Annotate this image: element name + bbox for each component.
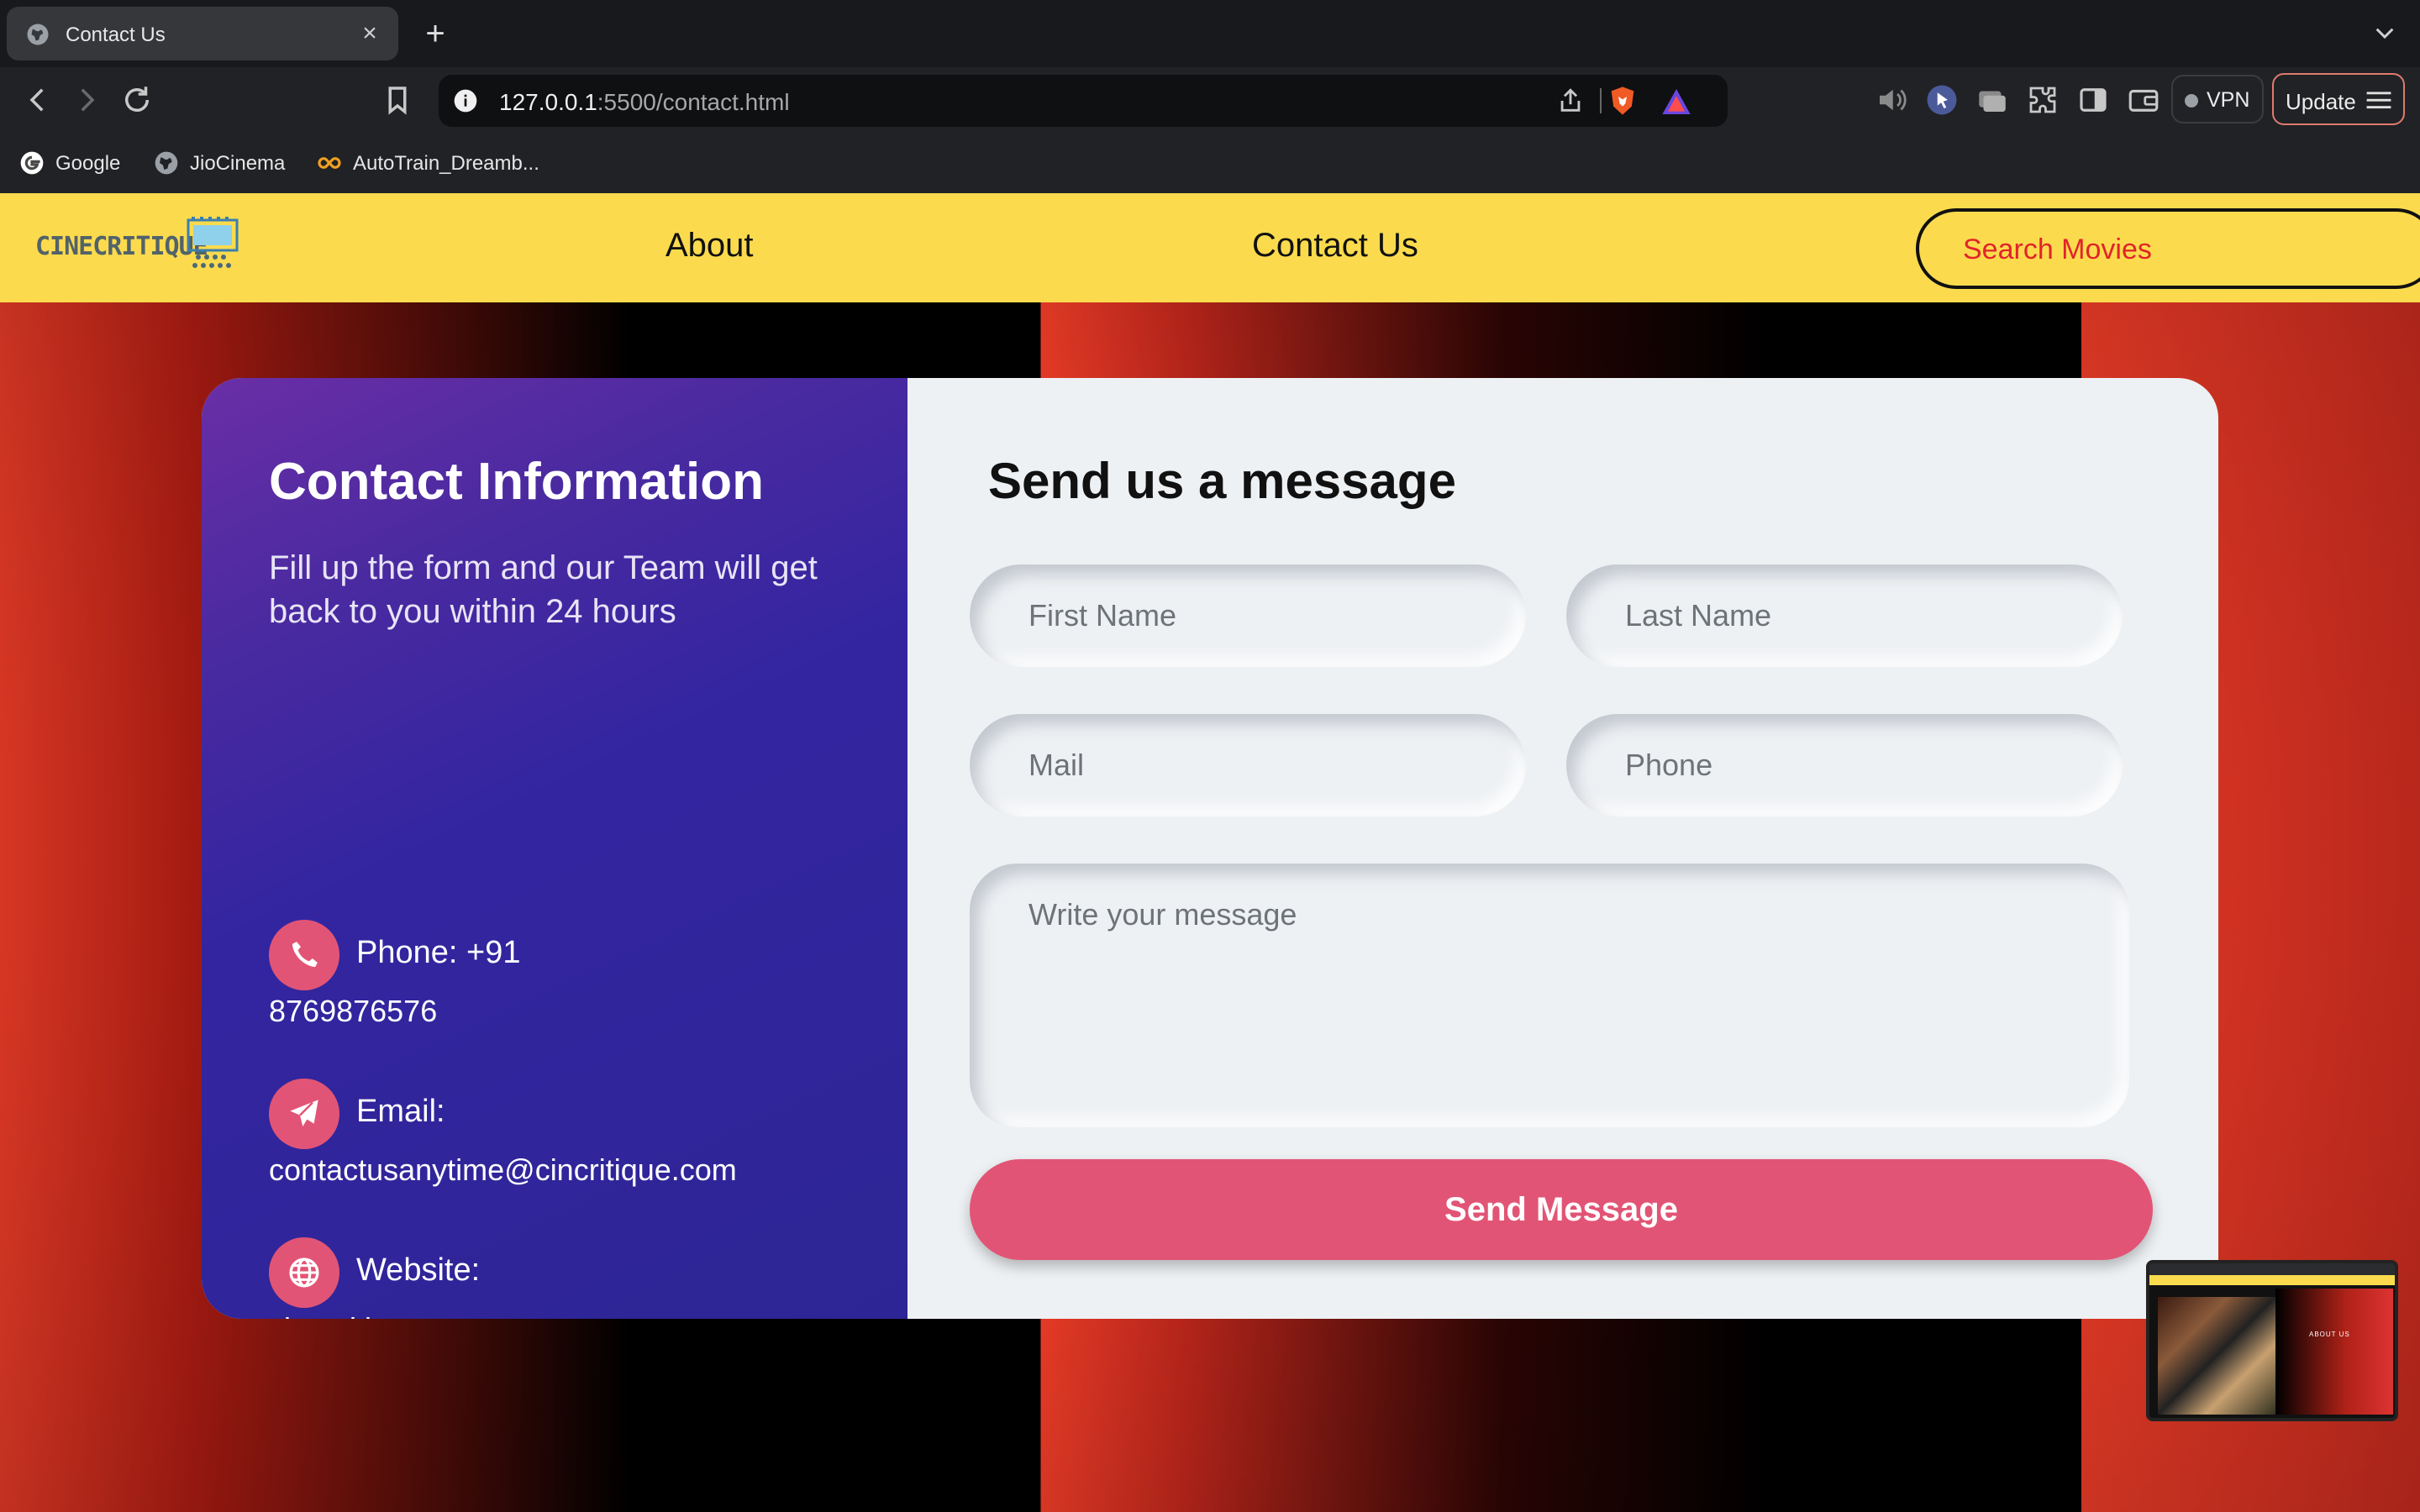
site-navbar: CINECRITIQUE About Contact Us Search Mov… xyxy=(0,193,2420,302)
bookmark-label: JioCinema xyxy=(190,152,286,175)
phone-value[interactable]: 8769876576 xyxy=(269,994,437,1029)
cursor-extension-icon[interactable] xyxy=(1924,82,1960,118)
wallet-icon[interactable] xyxy=(2126,82,2161,118)
back-arrow-icon[interactable] xyxy=(20,82,55,118)
contact-form: Send us a message Send Message xyxy=(908,378,2218,1319)
pip-preview-window[interactable]: ABOUT US xyxy=(2146,1260,2398,1421)
info-icon[interactable] xyxy=(452,87,479,114)
search-movies-label: Search Movies xyxy=(1963,234,2152,265)
website-label: Website: xyxy=(356,1252,481,1288)
pip-caption: ABOUT US xyxy=(2309,1331,2350,1338)
phone-icon xyxy=(269,920,339,990)
browser-tab-contact[interactable]: Contact Us × xyxy=(7,7,398,60)
hamburger-menu-icon xyxy=(2366,92,2391,109)
globe-icon xyxy=(269,1237,339,1308)
pip-navbar xyxy=(2149,1275,2395,1285)
vpn-status-icon xyxy=(2185,94,2198,108)
search-movies-button[interactable]: Search Movies xyxy=(1916,208,2420,289)
reload-icon[interactable] xyxy=(119,82,155,118)
nav-link-contact[interactable]: Contact Us xyxy=(1252,227,1418,265)
vpn-button[interactable]: VPN xyxy=(2171,75,2264,123)
browser-toolbar: 127.0.0.1:5500/contact.html VPN Update xyxy=(0,67,2420,133)
google-icon xyxy=(20,151,44,175)
globe-icon xyxy=(155,151,178,175)
pip-browser-bar xyxy=(2149,1263,2395,1275)
last-name-input[interactable] xyxy=(1566,564,2123,667)
brave-rewards-icon[interactable] xyxy=(1659,85,1694,118)
email-value[interactable]: contactusanytime@cincritique.com xyxy=(269,1152,737,1188)
first-name-input[interactable] xyxy=(970,564,1526,667)
vpn-label: VPN xyxy=(2207,88,2250,112)
brave-shield-icon[interactable] xyxy=(1606,83,1639,118)
bookmark-label: AutoTrain_Dreamb... xyxy=(353,152,539,175)
send-message-button[interactable]: Send Message xyxy=(970,1159,2153,1260)
contact-info-title: Contact Information xyxy=(269,453,764,511)
update-button[interactable]: Update xyxy=(2272,73,2405,125)
page-background: CINECRITIQUE About Contact Us Search Mov… xyxy=(0,193,2420,1512)
chevron-down-icon[interactable] xyxy=(2368,20,2402,47)
phone-label: Phone: +91 xyxy=(356,935,521,970)
contact-card: Contact Information Fill up the form and… xyxy=(202,378,2218,1319)
infinity-icon xyxy=(318,157,341,169)
puzzle-extensions-icon[interactable] xyxy=(2025,82,2060,118)
nav-link-about[interactable]: About xyxy=(666,227,754,265)
close-tab-icon[interactable]: × xyxy=(353,17,387,50)
phone-input[interactable] xyxy=(1566,714,2123,816)
update-label: Update xyxy=(2286,89,2356,114)
cinema-screen-icon xyxy=(187,217,239,268)
bookmarks-bar: Google JioCinema AutoTrain_Dreamb... xyxy=(0,133,2420,193)
pip-about-panel: ABOUT US xyxy=(2275,1289,2393,1415)
extension-window-icon[interactable] xyxy=(1975,82,2010,118)
globe-icon xyxy=(27,24,49,45)
contact-info-description: Fill up the form and our Team will get b… xyxy=(269,549,818,630)
mail-input[interactable] xyxy=(970,714,1526,816)
tab-title: Contact Us xyxy=(66,24,166,46)
bookmark-label: Google xyxy=(55,152,121,175)
sidebar-toggle-icon[interactable] xyxy=(2075,82,2111,118)
form-title: Send us a message xyxy=(988,453,1456,509)
paper-plane-icon xyxy=(269,1079,339,1149)
browser-tab-bar: Contact Us × + xyxy=(0,0,2420,67)
speaker-icon[interactable] xyxy=(1874,82,1909,118)
url-text: 127.0.0.1:5500/contact.html xyxy=(499,89,790,115)
new-tab-plus-icon[interactable]: + xyxy=(418,15,452,52)
address-bar[interactable]: 127.0.0.1:5500/contact.html xyxy=(439,75,1728,127)
message-textarea[interactable] xyxy=(970,864,2129,1127)
address-divider xyxy=(1600,88,1602,113)
website-value[interactable]: cinecritique.com xyxy=(269,1311,487,1319)
pip-movie-collage xyxy=(2158,1297,2275,1415)
share-icon[interactable] xyxy=(1556,87,1585,115)
forward-arrow-icon[interactable] xyxy=(69,82,104,118)
email-label: Email: xyxy=(356,1094,445,1129)
contact-info-panel: Contact Information Fill up the form and… xyxy=(202,378,908,1319)
bookmark-icon[interactable] xyxy=(380,82,415,118)
logo-text: CINECRITIQUE xyxy=(35,232,208,261)
site-logo[interactable]: CINECRITIQUE xyxy=(35,217,245,276)
